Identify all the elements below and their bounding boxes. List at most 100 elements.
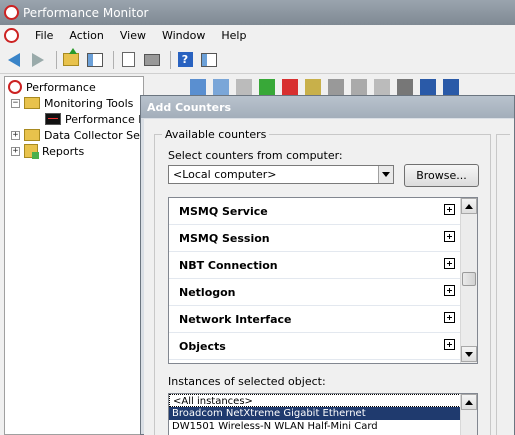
list-item[interactable]: <All instances>	[169, 394, 461, 407]
menu-help[interactable]: Help	[213, 29, 254, 42]
dropdown-icon[interactable]	[236, 79, 252, 95]
tree-item-label: Monitoring Tools	[44, 96, 134, 110]
help-icon: ?	[177, 52, 193, 67]
chevron-down-icon	[382, 172, 390, 177]
console-tree-icon	[87, 52, 103, 67]
reports-icon	[24, 144, 39, 159]
added-counters-group	[496, 134, 510, 435]
scroll-up-button[interactable]	[461, 198, 477, 214]
back-arrow-icon	[8, 52, 20, 67]
up-one-level-button[interactable]	[61, 48, 81, 70]
back-button[interactable]	[4, 50, 24, 70]
menu-action[interactable]: Action	[61, 29, 111, 42]
view-graph-icon[interactable]	[190, 79, 206, 95]
forward-button[interactable]	[28, 50, 48, 70]
delete-counter-icon[interactable]	[282, 79, 298, 95]
list-item[interactable]: Network Interface	[169, 306, 461, 333]
collapse-icon[interactable]: −	[11, 98, 20, 108]
change-graph-type-icon[interactable]	[213, 79, 229, 95]
select-computer-label: Select counters from computer:	[168, 149, 343, 162]
tree-item-reports[interactable]: + Reports	[11, 143, 84, 159]
tree-item-label: Reports	[42, 144, 85, 158]
expand-counter-icon[interactable]	[444, 258, 455, 269]
combo-dropdown-button[interactable]	[378, 166, 393, 183]
document-icon	[121, 52, 135, 67]
help-button[interactable]: ?	[175, 50, 195, 70]
title-bar: Performance Monitor	[0, 0, 515, 25]
navigation-tree: Performance − Monitoring Tools Performan…	[4, 76, 154, 435]
computer-select-value: <Local computer>	[173, 168, 277, 181]
tree-item-performance[interactable]: Performance	[8, 79, 96, 95]
counter-list: MSMQ Service MSMQ Session NBT Connection…	[168, 197, 478, 364]
counter-label: Objects	[179, 339, 226, 353]
expand-counter-icon[interactable]	[444, 204, 455, 215]
counter-label: MSMQ Session	[179, 231, 270, 245]
list-item[interactable]: MSMQ Session	[169, 225, 461, 252]
computer-select[interactable]: <Local computer>	[168, 165, 394, 184]
show-action-pane-button[interactable]	[199, 50, 219, 70]
counter-label: MSMQ Service	[179, 204, 268, 218]
tree-item-data-collector-sets[interactable]: + Data Collector Sets	[11, 127, 150, 143]
expand-counter-icon[interactable]	[444, 312, 455, 323]
scroll-up-button[interactable]	[461, 394, 477, 410]
perfmon-app-icon	[4, 5, 19, 20]
folder-icon	[24, 97, 40, 109]
expand-counter-icon[interactable]	[444, 339, 455, 350]
scroll-down-icon	[465, 351, 473, 357]
list-item[interactable]: NBT Connection	[169, 252, 461, 279]
freeze-display-icon[interactable]	[420, 79, 436, 95]
tree-item-monitoring-tools[interactable]: − Monitoring Tools	[11, 95, 133, 111]
folder-icon	[24, 129, 40, 141]
counter-label: Netlogon	[179, 285, 236, 299]
list-item[interactable]: DW1501 Wireless-N WLAN Half-Mini Card	[169, 420, 461, 433]
list-item[interactable]: Objects	[169, 333, 461, 360]
system-menu-icon[interactable]	[4, 28, 19, 43]
expand-icon[interactable]: +	[11, 146, 20, 156]
zoom-icon[interactable]	[397, 79, 413, 95]
available-counters-label: Available counters	[162, 128, 270, 141]
toolbar-separator	[113, 50, 114, 69]
chart-icon	[45, 113, 61, 125]
main-toolbar: ?	[0, 46, 515, 74]
add-counters-dialog: Add Counters Available counters Select c…	[140, 95, 515, 435]
folder-up-icon	[63, 48, 79, 66]
expand-counter-icon[interactable]	[444, 285, 455, 296]
list-item-selected[interactable]: Broadcom NetXtreme Gigabit Ethernet	[169, 407, 461, 420]
paste-counter-icon[interactable]	[351, 79, 367, 95]
print-button[interactable]	[142, 50, 162, 70]
scroll-up-icon	[465, 399, 473, 405]
menu-file[interactable]: File	[27, 29, 61, 42]
expand-icon[interactable]: +	[11, 130, 20, 140]
menu-bar: File Action View Window Help	[0, 25, 515, 46]
window-title: Performance Monitor	[23, 5, 149, 20]
browse-button[interactable]: Browse...	[404, 164, 479, 187]
toolbar-separator	[56, 50, 57, 69]
dialog-title: Add Counters	[141, 96, 514, 118]
instances-list: <All instances> Broadcom NetXtreme Gigab…	[168, 393, 478, 435]
tree-item-performance-monitor[interactable]: Performance Mo	[45, 111, 154, 127]
menu-window[interactable]: Window	[154, 29, 213, 42]
list-item[interactable]: MSMQ Service	[169, 198, 461, 225]
tree-item-label: Data Collector Sets	[44, 128, 150, 142]
action-pane-icon	[201, 52, 217, 67]
copy-properties-icon[interactable]	[328, 79, 344, 95]
properties-icon[interactable]	[374, 79, 390, 95]
list-item[interactable]: Netlogon	[169, 279, 461, 306]
toolbar-separator	[170, 50, 171, 69]
instances-label: Instances of selected object:	[168, 375, 326, 388]
update-data-icon[interactable]	[443, 79, 459, 95]
scroll-down-button[interactable]	[461, 346, 477, 362]
counter-label: NBT Connection	[179, 258, 278, 272]
add-counter-icon[interactable]	[259, 79, 275, 95]
highlight-icon[interactable]	[305, 79, 321, 95]
show-hide-tree-button[interactable]	[85, 50, 105, 70]
printer-icon	[144, 53, 160, 66]
scroll-thumb[interactable]	[462, 272, 476, 286]
instances-scrollbar[interactable]	[460, 394, 477, 435]
counter-label: Network Interface	[179, 312, 292, 326]
menu-view[interactable]: View	[112, 29, 154, 42]
performance-icon	[8, 80, 22, 94]
counter-list-scrollbar[interactable]	[460, 198, 477, 363]
export-list-button[interactable]	[118, 50, 138, 70]
expand-counter-icon[interactable]	[444, 231, 455, 242]
